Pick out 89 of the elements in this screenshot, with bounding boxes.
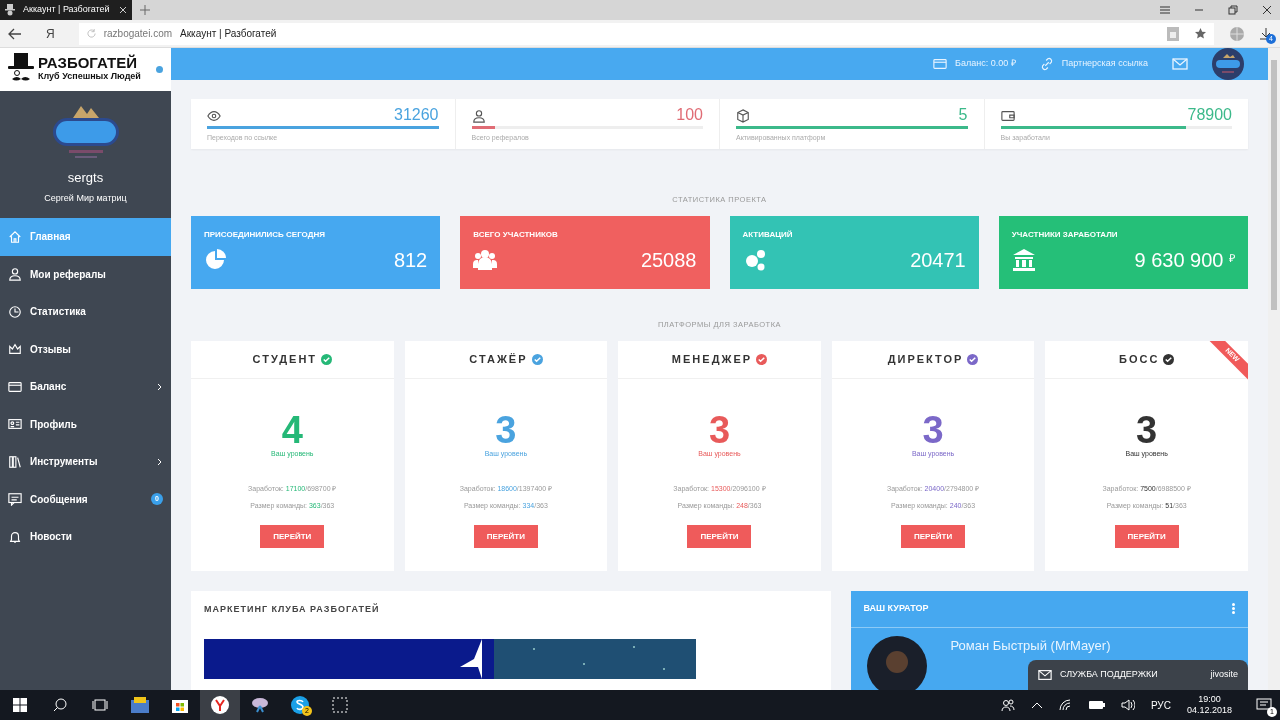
wifi-icon[interactable] xyxy=(1058,699,1073,711)
mail-icon xyxy=(1172,56,1188,72)
status-dot xyxy=(156,66,163,73)
brand-title: РАЗБОГАТЕЙ xyxy=(38,55,138,71)
tile-label: ПРИСОЕДИНИЛИСЬ СЕГОДНЯ xyxy=(204,229,326,242)
tools-icon xyxy=(8,454,22,469)
curator-name: Роман Быстрый (MrMayer) xyxy=(950,636,1111,655)
menu-item[interactable]: Баланс xyxy=(0,368,171,406)
user-full-name: Сергей Мир матриц xyxy=(44,191,127,205)
reload-icon xyxy=(86,29,96,38)
lock-icon xyxy=(1167,26,1179,41)
tile-value: 812 xyxy=(393,248,428,274)
level-number: 3 xyxy=(708,410,731,449)
brand-subtitle: Клуб Успешных Людей xyxy=(38,70,141,84)
level-number: 3 xyxy=(922,410,944,449)
language-indicator[interactable]: РУС xyxy=(1150,697,1171,713)
eye-icon xyxy=(207,109,221,123)
clock-icon xyxy=(8,304,22,319)
counter-value: 31260 xyxy=(394,107,439,123)
favicon xyxy=(5,4,15,16)
search-icon[interactable] xyxy=(53,698,67,712)
tile-label: ВСЕГО УЧАСТНИКОВ xyxy=(473,229,559,242)
chevron-up-icon[interactable] xyxy=(1030,701,1043,709)
counter-value: 5 xyxy=(958,107,968,123)
snipping-tool-icon[interactable] xyxy=(332,697,348,713)
card-title: МАРКЕТИНГ КЛУБА РАЗБОГАТЕЙ xyxy=(204,602,381,616)
people-icon xyxy=(473,248,498,273)
avatar[interactable] xyxy=(1212,48,1244,80)
mail-icon xyxy=(1038,668,1052,682)
support-chat-button[interactable]: СЛУЖБА ПОДДЕРЖКИ jivosite xyxy=(1028,660,1248,690)
menu-item[interactable]: Новости xyxy=(0,518,171,556)
skype-icon[interactable] xyxy=(291,696,309,714)
app-icon[interactable] xyxy=(131,697,149,713)
level-number: 3 xyxy=(495,410,517,449)
card-icon xyxy=(8,379,22,394)
tile-value: 25088 xyxy=(640,248,697,274)
wallet-icon xyxy=(1000,109,1015,123)
platform-name: СТАЖЁР xyxy=(469,351,528,367)
store-icon[interactable] xyxy=(172,697,188,713)
level-number: 4 xyxy=(281,410,303,449)
tile-value: 20471 xyxy=(910,248,966,274)
platform-name: СТУДЕНТ xyxy=(252,351,318,367)
counter-value: 78900 xyxy=(1187,107,1232,123)
tile-label: АКТИВАЦИЙ xyxy=(742,229,794,242)
bank-icon xyxy=(1011,248,1036,273)
scrollbar[interactable] xyxy=(1268,48,1280,690)
crown-icon xyxy=(8,342,22,357)
platform-name: МЕНЕДЖЕР xyxy=(671,351,753,367)
level-number: 3 xyxy=(1136,410,1158,449)
home-icon xyxy=(8,229,22,244)
menu-item[interactable]: Мои рефералы xyxy=(0,255,171,293)
user-icon xyxy=(8,267,22,282)
cube-icon xyxy=(736,109,750,123)
user-icon xyxy=(471,109,486,123)
link-icon xyxy=(1039,57,1054,71)
back-icon[interactable] xyxy=(8,27,22,40)
action-center-icon[interactable] xyxy=(1256,698,1272,712)
yandex-button[interactable]: Я xyxy=(38,24,63,43)
tile-value: 9 630 900 $^{₽}$ xyxy=(1134,248,1235,274)
chat-icon xyxy=(8,492,22,507)
yandex-browser-icon[interactable] xyxy=(211,696,229,714)
platform-name: ДИРЕКТОР xyxy=(887,351,964,367)
clock[interactable]: 19:00 04.12.2018 xyxy=(1186,693,1232,717)
new-tab-icon[interactable] xyxy=(140,5,150,15)
bell-icon xyxy=(8,529,22,544)
more-icon[interactable] xyxy=(1232,603,1235,614)
menu-item[interactable]: Отзывы xyxy=(0,330,171,368)
menu-icon[interactable] xyxy=(1160,6,1170,14)
windows-start-icon[interactable] xyxy=(13,698,27,712)
close-icon[interactable] xyxy=(1262,5,1272,15)
star-icon[interactable] xyxy=(1195,28,1206,39)
task-view-icon[interactable] xyxy=(92,699,108,711)
menu-item[interactable]: Профиль xyxy=(0,405,171,443)
tile-label: УЧАСТНИКИ ЗАРАБОТАЛИ xyxy=(1011,229,1119,242)
browser-tab[interactable]: Аккаунт | Разбогатей xyxy=(0,0,132,20)
restore-icon[interactable] xyxy=(1228,5,1238,15)
menu-item[interactable]: Инструменты xyxy=(0,443,171,481)
username: sergts xyxy=(67,169,104,187)
address-bar[interactable]: razbogatei.com Аккаунт | Разбогатей xyxy=(78,22,1214,45)
card-title: ВАШ КУРАТОР xyxy=(863,601,929,615)
battery-icon[interactable] xyxy=(1088,700,1105,710)
people-icon[interactable] xyxy=(1000,698,1015,712)
app-icon[interactable] xyxy=(251,697,269,713)
platform-name: БОСС xyxy=(1119,351,1160,367)
card-icon xyxy=(933,57,948,71)
volume-icon[interactable] xyxy=(1120,699,1135,711)
menu-item[interactable]: Статистика xyxy=(0,293,171,331)
id-card-icon xyxy=(8,417,22,432)
counter-value: 100 xyxy=(676,107,703,123)
